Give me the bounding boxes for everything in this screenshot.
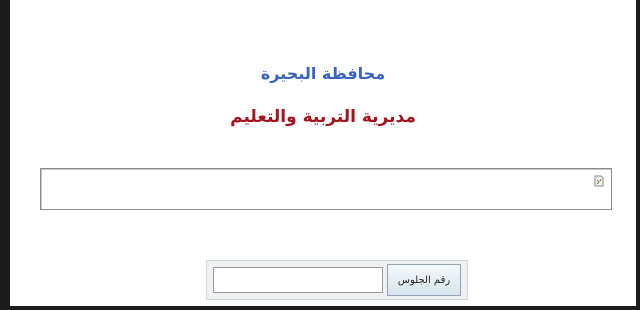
governorate-title: محافظة البحيرة [260,64,386,83]
banner-image-frame [40,168,612,210]
directorate-title: مديرية التربية والتعليم [230,107,416,127]
results-page: محافظة البحيرة مديرية التربية والتعليم ر… [10,0,636,306]
broken-image-icon [594,175,604,187]
seat-number-button[interactable]: رقم الجلوس [387,264,461,296]
seat-number-input[interactable] [213,267,383,293]
seat-number-form: رقم الجلوس [206,260,468,300]
